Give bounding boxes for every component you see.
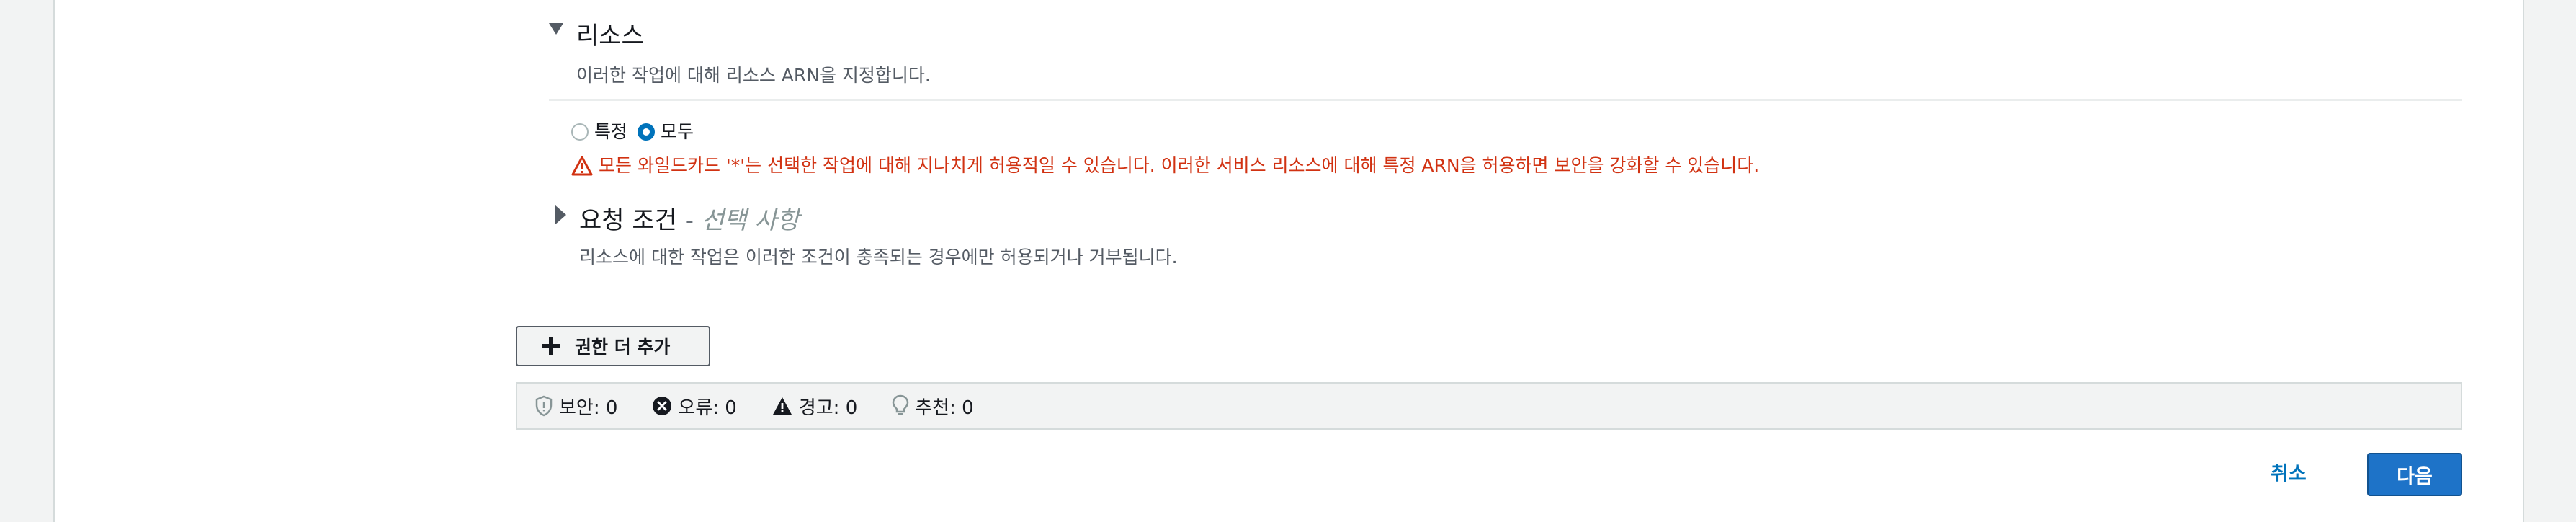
status-suggestions[interactable]: 추천: 0 [892, 393, 974, 420]
next-button[interactable]: 다음 [2367, 453, 2462, 496]
conditions-title-text[interactable]: 요청 조건 [579, 206, 677, 235]
radio-specific-circle[interactable] [571, 123, 589, 141]
page: 리소스 이러한 작업에 대해 리소스 ARN을 지정합니다. 특정 모두 모든 … [0, 0, 2576, 522]
cancel-button[interactable]: 취소 [2271, 454, 2307, 495]
conditions-title-dash: - [676, 206, 702, 235]
status-errors[interactable]: 오류: 0 [652, 393, 737, 420]
status-errors-label: 오류: 0 [678, 397, 737, 419]
radio-specific[interactable]: 특정 [571, 120, 627, 144]
status-security-label: 보안: 0 [559, 397, 618, 419]
wildcard-warning: 모든 와일드카드 '*'는 선택한 작업에 대해 지나치게 허용적일 수 있습니… [571, 153, 1759, 179]
conditions-expand-caret-icon[interactable] [555, 205, 566, 225]
warning-triangle-icon [571, 156, 593, 176]
lightbulb-icon [893, 394, 909, 415]
add-more-permissions-label[interactable]: 권한 더 추가 [575, 333, 670, 359]
policy-validation-status-bar: 보안: 0 오류: 0 경고: 0 추천: 0 [516, 382, 2462, 430]
warning-icon [772, 397, 792, 415]
resource-scope-radio-group: 특정 모두 [571, 120, 704, 144]
radio-all-circle[interactable] [638, 123, 656, 141]
resources-collapse-caret-icon[interactable] [549, 23, 563, 35]
status-warnings[interactable]: 경고: 0 [772, 393, 857, 420]
status-security[interactable]: 보안: 0 [535, 393, 617, 420]
resources-description: 이러한 작업에 대해 리소스 ARN을 지정합니다. [576, 65, 931, 86]
radio-all[interactable]: 모두 [638, 120, 694, 144]
conditions-section-title[interactable]: 요청 조건 - 선택 사항 [579, 205, 800, 236]
permissions-panel [53, 0, 2524, 522]
add-more-permissions-button[interactable]: 권한 더 추가 [516, 326, 710, 366]
conditions-description: 리소스에 대한 작업은 이러한 조건이 충족되는 경우에만 허용되거나 거부됩니… [579, 247, 1178, 267]
plus-icon [542, 337, 560, 355]
radio-all-label[interactable]: 모두 [661, 120, 694, 144]
radio-specific-label[interactable]: 특정 [594, 120, 627, 144]
conditions-optional-label: 선택 사항 [701, 206, 800, 235]
status-warnings-label: 경고: 0 [798, 397, 858, 419]
status-suggestions-label: 추천: 0 [915, 397, 974, 419]
warning-text: 모든 와일드카드 '*'는 선택한 작업에 대해 지나치게 허용적일 수 있습니… [599, 155, 1760, 176]
error-circle-icon [653, 397, 672, 415]
resources-section-title[interactable]: 리소스 [576, 20, 644, 52]
section-divider [549, 99, 2462, 101]
shield-icon [535, 395, 553, 417]
